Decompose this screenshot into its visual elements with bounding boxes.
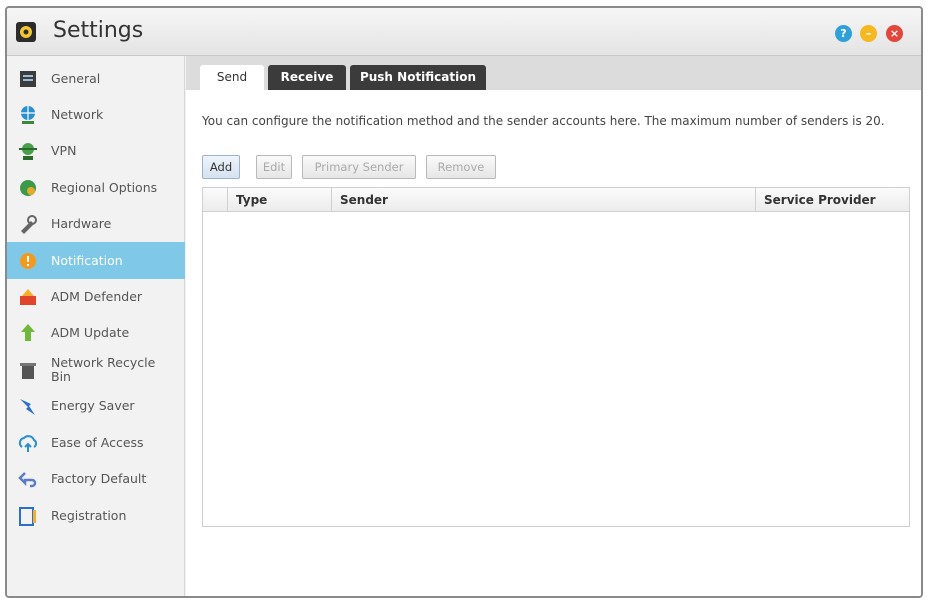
sidebar-item-factory-default[interactable]: Factory Default bbox=[7, 460, 185, 497]
sidebar-item-label: Notification bbox=[51, 252, 123, 268]
factory-default-icon bbox=[17, 468, 39, 490]
sidebar-item-notification[interactable]: Notification bbox=[7, 242, 185, 279]
window-title: Settings bbox=[53, 18, 144, 43]
sidebar-item-label: Energy Saver bbox=[51, 397, 135, 413]
settings-app-icon bbox=[16, 22, 36, 42]
adm-defender-icon bbox=[17, 286, 39, 308]
sidebar-item-label: Network Recycle Bin bbox=[51, 354, 156, 384]
primary-sender-button[interactable]: Primary Sender bbox=[302, 155, 416, 179]
sidebar-item-label: VPN bbox=[51, 142, 77, 158]
ease-of-access-icon bbox=[17, 432, 39, 454]
sidebar-item-label: Regional Options bbox=[51, 179, 158, 195]
edit-button[interactable]: Edit bbox=[256, 155, 292, 179]
sidebar-item-label: General bbox=[51, 70, 101, 86]
sidebar-item-label: Ease of Access bbox=[51, 434, 144, 450]
vpn-icon bbox=[17, 140, 39, 162]
tab-receive[interactable]: Receive bbox=[268, 65, 346, 90]
registration-icon bbox=[17, 505, 39, 527]
tab-strip: Send Receive Push Notification bbox=[186, 56, 921, 90]
sidebar: General Network VPN Regional Options Har bbox=[7, 56, 185, 596]
sidebar-item-label: Factory Default bbox=[51, 470, 147, 486]
sidebar-item-energy-saver[interactable]: Energy Saver bbox=[7, 387, 185, 424]
content-panel: Send Receive Push Notification You can c… bbox=[186, 56, 921, 596]
tab-push-notification[interactable]: Push Notification bbox=[350, 65, 486, 90]
sidebar-item-adm-defender[interactable]: ADM Defender bbox=[7, 278, 185, 315]
column-header-type[interactable]: Type bbox=[227, 188, 331, 212]
sidebar-item-label: Hardware bbox=[51, 215, 112, 231]
senders-table: Type Sender Service Provider bbox=[202, 187, 910, 527]
sidebar-item-regional-options[interactable]: Regional Options bbox=[7, 169, 185, 206]
settings-window: Settings ? – × General Network VPN Regio… bbox=[5, 6, 923, 598]
column-header-service-provider[interactable]: Service Provider bbox=[755, 188, 909, 212]
sidebar-item-label: ADM Defender bbox=[51, 288, 143, 304]
add-button[interactable]: Add bbox=[202, 155, 240, 179]
sidebar-item-network-recycle-bin[interactable]: Network Recycle Bin bbox=[7, 351, 185, 388]
sidebar-item-label: Registration bbox=[51, 507, 127, 523]
remove-button[interactable]: Remove bbox=[426, 155, 496, 179]
sidebar-item-label: Network bbox=[51, 106, 104, 122]
minimize-button[interactable]: – bbox=[860, 25, 877, 42]
sidebar-item-adm-update[interactable]: ADM Update bbox=[7, 314, 185, 351]
tab-send[interactable]: Send bbox=[200, 65, 264, 90]
regional-options-icon bbox=[17, 177, 39, 199]
energy-saver-icon bbox=[17, 395, 39, 417]
close-button[interactable]: × bbox=[886, 25, 903, 42]
sidebar-item-network[interactable]: Network bbox=[7, 96, 185, 133]
notification-icon bbox=[17, 250, 39, 272]
recycle-bin-icon bbox=[17, 359, 39, 381]
title-bar: Settings ? – × bbox=[7, 8, 921, 56]
sidebar-item-vpn[interactable]: VPN bbox=[7, 132, 185, 169]
help-button[interactable]: ? bbox=[835, 25, 852, 42]
sidebar-item-label: ADM Update bbox=[51, 324, 130, 340]
column-header-sender[interactable]: Sender bbox=[331, 188, 755, 212]
general-icon bbox=[17, 68, 39, 90]
sidebar-item-general[interactable]: General bbox=[7, 60, 185, 97]
hardware-icon bbox=[17, 213, 39, 235]
sidebar-item-hardware[interactable]: Hardware bbox=[7, 205, 185, 242]
sidebar-item-ease-of-access[interactable]: Ease of Access bbox=[7, 424, 185, 461]
sidebar-item-registration[interactable]: Registration bbox=[7, 497, 185, 534]
description-text: You can configure the notification metho… bbox=[202, 114, 885, 128]
adm-update-icon bbox=[17, 322, 39, 344]
table-header: Type Sender Service Provider bbox=[203, 188, 909, 212]
network-icon bbox=[17, 104, 39, 126]
